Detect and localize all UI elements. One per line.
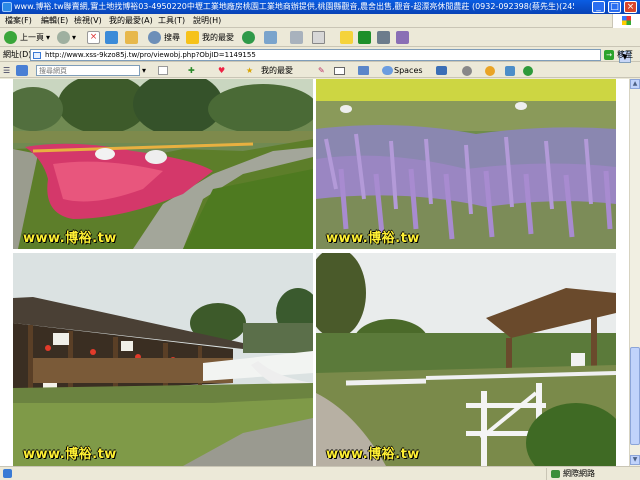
zone-label: 網際網路 xyxy=(563,469,595,478)
photo-pavilion-lanterns[interactable]: www.博裕.tw xyxy=(13,253,313,466)
standard-toolbar: 上一頁 ▾ ▾ × 搜尋 我的最愛 xyxy=(0,29,640,47)
scroll-thumb[interactable] xyxy=(630,347,640,445)
watermark: www.博裕.tw xyxy=(326,447,420,462)
toolbar-grip-icon[interactable]: ☰ xyxy=(3,63,10,78)
photo-icon[interactable] xyxy=(358,66,369,75)
settings-icon[interactable] xyxy=(462,66,472,76)
mail-icon-2[interactable] xyxy=(334,67,345,75)
search-icon[interactable] xyxy=(148,31,161,44)
gazebo-image xyxy=(316,253,616,466)
mail-icon[interactable] xyxy=(264,31,277,44)
ie-icon xyxy=(2,2,12,12)
tools-icon[interactable] xyxy=(396,31,409,44)
favorites-star-icon-2[interactable]: ★ xyxy=(246,63,253,78)
bookmark-icon[interactable]: ♥ xyxy=(218,63,225,78)
contacts-icon[interactable] xyxy=(436,66,447,75)
menu-view[interactable]: 檢視(V) xyxy=(74,14,102,28)
go-label: 移至 xyxy=(617,50,633,59)
google-favorites-button[interactable]: 我的最愛 xyxy=(261,63,293,78)
msn-icon[interactable] xyxy=(485,66,495,76)
back-dropdown-icon[interactable]: ▾ xyxy=(46,30,50,46)
internet-zone-icon xyxy=(551,470,560,478)
add-icon[interactable]: ✚ xyxy=(188,63,195,78)
spaces-button[interactable]: Spaces xyxy=(394,63,423,78)
spaces-icon[interactable] xyxy=(382,66,393,75)
security-zone: 網際網路 xyxy=(546,468,636,480)
edit-icon[interactable] xyxy=(312,31,325,44)
back-arrow-icon[interactable] xyxy=(4,31,17,44)
address-bar: 網址(D) http://www.xss-9kzo85j.tw/pro/view… xyxy=(0,48,640,63)
status-bar: 網際網路 xyxy=(0,466,640,480)
back-button[interactable]: 上一頁 xyxy=(20,30,44,46)
scroll-down-icon[interactable]: ▼ xyxy=(630,455,640,465)
research-icon[interactable] xyxy=(377,31,390,44)
forward-arrow-icon[interactable] xyxy=(57,31,70,44)
translate-icon[interactable] xyxy=(523,66,533,76)
minimize-button[interactable]: _ xyxy=(592,1,605,13)
favorites-star-icon[interactable] xyxy=(186,31,199,44)
google-search-input[interactable]: 搜尋網頁 xyxy=(36,65,140,76)
windows-logo xyxy=(612,14,640,28)
vertical-scrollbar[interactable]: ▲ ▼ xyxy=(629,79,640,466)
pavilion-image xyxy=(13,253,313,466)
maximize-button[interactable]: □ xyxy=(608,1,621,13)
watermark: www.博裕.tw xyxy=(23,447,117,462)
print-icon[interactable] xyxy=(290,31,303,44)
watermark: www.博裕.tw xyxy=(326,231,420,246)
photo-flower-garden[interactable]: www.博裕.tw xyxy=(13,79,313,249)
pencil-icon[interactable]: ✎ xyxy=(318,63,325,78)
close-button[interactable]: × xyxy=(624,1,637,13)
window-title: www.博裕.tw聯賣網,實土地找博裕03-4950220中壢工業地廠房桃園工業… xyxy=(14,2,574,11)
messenger-icon[interactable] xyxy=(358,31,371,44)
purple-flowers-image xyxy=(316,79,616,249)
new-tab-icon[interactable] xyxy=(158,66,168,75)
go-button[interactable]: → 移至 xyxy=(604,49,638,61)
menu-help[interactable]: 說明(H) xyxy=(193,14,221,28)
menu-favorites[interactable]: 我的最愛(A) xyxy=(109,14,153,28)
discuss-icon[interactable] xyxy=(340,31,353,44)
google-logo-icon[interactable] xyxy=(16,65,28,76)
menu-edit[interactable]: 編輯(E) xyxy=(41,14,68,28)
title-bar[interactable]: www.博裕.tw聯賣網,實土地找博裕03-4950220中壢工業地廠房桃園工業… xyxy=(0,0,640,14)
refresh-icon[interactable] xyxy=(105,31,118,44)
stop-icon[interactable]: × xyxy=(87,31,100,44)
address-label: 網址(D) xyxy=(3,50,32,59)
address-url[interactable]: http://www.xss-9kzo85j.tw/pro/viewobj.ph… xyxy=(45,50,256,61)
page-icon xyxy=(33,52,41,59)
flower-garden-image xyxy=(13,79,313,249)
photo-gazebo-fence[interactable]: www.博裕.tw xyxy=(316,253,616,466)
blog-icon[interactable] xyxy=(505,66,515,76)
watermark: www.博裕.tw xyxy=(23,231,117,246)
home-icon[interactable] xyxy=(125,31,138,44)
address-input[interactable]: http://www.xss-9kzo85j.tw/pro/viewobj.ph… xyxy=(30,49,631,63)
photo-purple-flowers[interactable]: www.博裕.tw xyxy=(316,79,616,249)
menu-tools[interactable]: 工具(T) xyxy=(158,14,185,28)
page-status-icon xyxy=(3,469,12,478)
search-button[interactable]: 搜尋 xyxy=(164,30,180,46)
menu-bar: 檔案(F) 編輯(E) 檢視(V) 我的最愛(A) 工具(T) 說明(H) xyxy=(0,14,640,28)
scroll-up-icon[interactable]: ▲ xyxy=(630,79,640,89)
go-arrow-icon: → xyxy=(604,50,614,60)
page-content[interactable]: www.博裕.tw www.博裕.tw www.博裕.tw www.博裕.tw xyxy=(0,79,629,466)
search-dropdown-icon[interactable]: ▾ xyxy=(142,63,146,78)
forward-dropdown-icon[interactable]: ▾ xyxy=(72,30,76,46)
favorites-button[interactable]: 我的最愛 xyxy=(202,30,234,46)
history-icon[interactable] xyxy=(242,31,255,44)
menu-file[interactable]: 檔案(F) xyxy=(5,14,32,28)
google-toolbar: ☰ 搜尋網頁 ▾ ✚ ♥ ★ 我的最愛 ✎ Spaces xyxy=(0,63,640,78)
